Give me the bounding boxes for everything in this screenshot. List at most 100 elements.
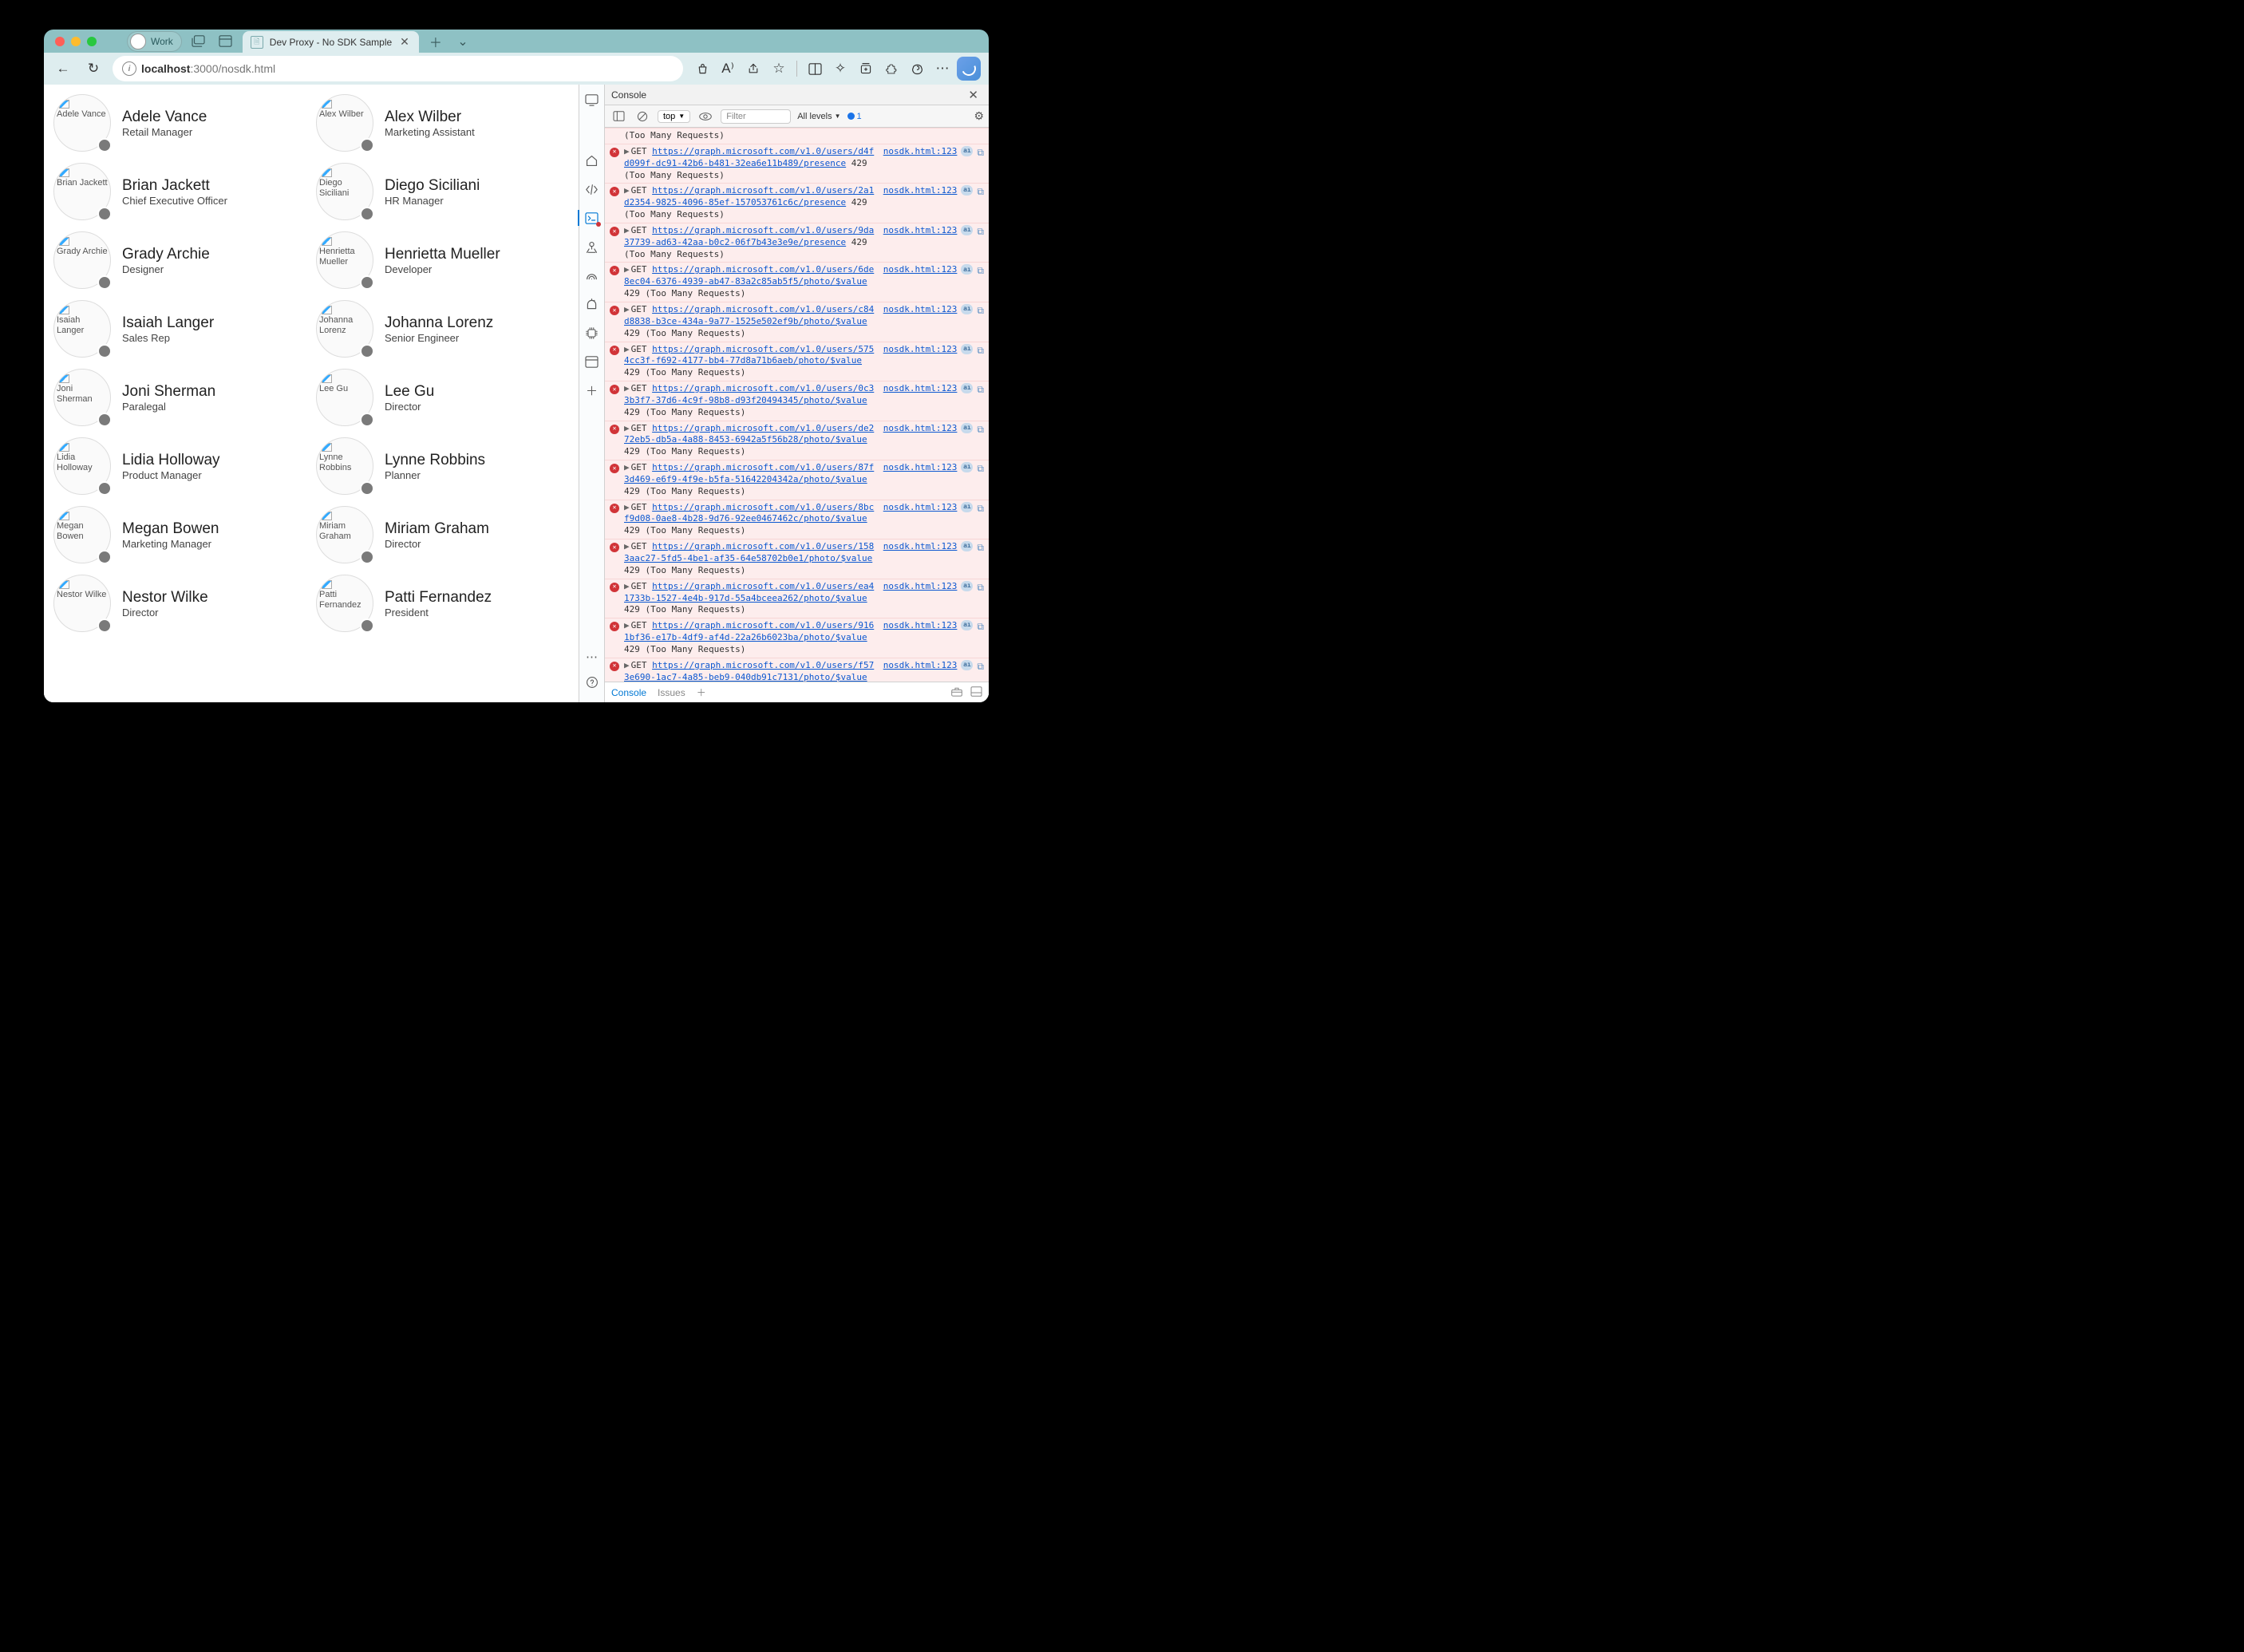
source-link[interactable]: nosdk.html:123 [883, 383, 958, 395]
copy-icon[interactable]: ⧉ [977, 146, 984, 159]
copy-icon[interactable]: ⧉ [977, 423, 984, 436]
maximize-window-button[interactable] [87, 37, 97, 46]
new-tab-button[interactable]: ＋ [425, 33, 446, 50]
welcome-icon[interactable] [582, 150, 602, 171]
console-error-entry[interactable]: ✕ ▶GET https://graph.microsoft.com/v1.0/… [605, 223, 989, 263]
devtools-close-button[interactable]: ✕ [964, 85, 982, 105]
source-link[interactable]: nosdk.html:123 [883, 541, 958, 553]
copy-icon[interactable]: ⧉ [977, 581, 984, 594]
copy-icon[interactable]: ⧉ [977, 383, 984, 396]
profile-switcher[interactable]: Work [127, 31, 182, 52]
ai-badge[interactable]: aı [961, 185, 973, 196]
source-link[interactable]: nosdk.html:123 [883, 264, 958, 276]
source-link[interactable]: nosdk.html:123 [883, 225, 958, 237]
request-url-link[interactable]: https://graph.microsoft.com/v1.0/users/9… [624, 225, 874, 247]
console-error-entry[interactable]: ✕ ▶GET https://graph.microsoft.com/v1.0/… [605, 539, 989, 579]
more-icon[interactable]: ⋯ [931, 57, 954, 80]
more-tools-icon[interactable]: ＋ [582, 380, 602, 401]
source-link[interactable]: nosdk.html:123 [883, 660, 958, 672]
request-url-link[interactable]: https://graph.microsoft.com/v1.0/users/9… [624, 620, 874, 642]
favorites-bar-icon[interactable]: ✧ [829, 57, 851, 80]
console-error-entry[interactable]: ✕ ▶GET https://graph.microsoft.com/v1.0/… [605, 144, 989, 184]
ai-badge[interactable]: aı [961, 660, 973, 670]
console-error-entry[interactable]: ✕ ▶GET https://graph.microsoft.com/v1.0/… [605, 262, 989, 302]
console-error-entry[interactable]: ✕ ▶GET https://graph.microsoft.com/v1.0/… [605, 342, 989, 382]
performance-icon[interactable] [582, 294, 602, 314]
ai-badge[interactable]: aı [961, 304, 973, 314]
console-error-entry[interactable]: ✕ ▶GET https://graph.microsoft.com/v1.0/… [605, 421, 989, 461]
ai-badge[interactable]: aı [961, 225, 973, 235]
drawer-tab-issues[interactable]: Issues [658, 687, 685, 698]
console-error-entry[interactable]: ✕ ▶GET https://graph.microsoft.com/v1.0/… [605, 579, 989, 619]
context-selector[interactable]: top ▼ [658, 110, 690, 123]
source-link[interactable]: nosdk.html:123 [883, 581, 958, 593]
ai-badge[interactable]: aı [961, 462, 973, 472]
ai-badge[interactable]: aı [961, 541, 973, 551]
copy-icon[interactable]: ⧉ [977, 502, 984, 515]
minimize-window-button[interactable] [71, 37, 81, 46]
filter-input[interactable]: Filter [721, 109, 791, 124]
console-error-entry[interactable]: ✕ ▶GET https://graph.microsoft.com/v1.0/… [605, 500, 989, 540]
copy-icon[interactable]: ⧉ [977, 185, 984, 198]
request-url-link[interactable]: https://graph.microsoft.com/v1.0/users/d… [624, 146, 874, 168]
request-url-link[interactable]: https://graph.microsoft.com/v1.0/users/c… [624, 304, 874, 326]
copy-icon[interactable]: ⧉ [977, 620, 984, 633]
console-error-entry[interactable]: ✕ ▶GET https://graph.microsoft.com/v1.0/… [605, 460, 989, 500]
console-settings-icon[interactable]: ⚙ [974, 109, 984, 123]
copy-icon[interactable]: ⧉ [977, 225, 984, 238]
request-url-link[interactable]: https://graph.microsoft.com/v1.0/users/0… [624, 383, 874, 405]
workspaces-button[interactable] [188, 33, 209, 50]
request-url-link[interactable]: https://graph.microsoft.com/v1.0/users/1… [624, 541, 874, 563]
live-expression-icon[interactable] [697, 108, 714, 125]
ai-badge[interactable]: aı [961, 146, 973, 156]
copy-icon[interactable]: ⧉ [977, 660, 984, 673]
source-link[interactable]: nosdk.html:123 [883, 185, 958, 197]
ai-badge[interactable]: aı [961, 344, 973, 354]
request-url-link[interactable]: https://graph.microsoft.com/v1.0/users/6… [624, 264, 874, 287]
console-error-entry[interactable]: ✕ ▶GET https://graph.microsoft.com/v1.0/… [605, 381, 989, 421]
ai-badge[interactable]: aı [961, 620, 973, 630]
browser-tab[interactable]: 🗎 Dev Proxy - No SDK Sample ✕ [243, 31, 419, 53]
request-url-link[interactable]: https://graph.microsoft.com/v1.0/users/d… [624, 423, 874, 445]
copy-icon[interactable]: ⧉ [977, 344, 984, 357]
issue-counter[interactable]: 1 [847, 112, 862, 121]
tab-actions-button[interactable] [215, 33, 236, 50]
split-screen-icon[interactable] [804, 57, 826, 80]
request-url-link[interactable]: https://graph.microsoft.com/v1.0/users/2… [624, 185, 874, 207]
application-icon[interactable] [582, 351, 602, 372]
back-button[interactable]: ← [52, 57, 74, 80]
toggle-sidebar-icon[interactable] [610, 108, 627, 125]
request-url-link[interactable]: https://graph.microsoft.com/v1.0/users/e… [624, 581, 874, 603]
sources-icon[interactable] [582, 236, 602, 257]
source-link[interactable]: nosdk.html:123 [883, 620, 958, 632]
source-link[interactable]: nosdk.html:123 [883, 304, 958, 316]
copy-icon[interactable]: ⧉ [977, 541, 984, 554]
request-url-link[interactable]: https://graph.microsoft.com/v1.0/users/f… [624, 660, 874, 682]
request-url-link[interactable]: https://graph.microsoft.com/v1.0/users/8… [624, 462, 874, 484]
console-error-entry[interactable]: ✕ ▶GET https://graph.microsoft.com/v1.0/… [605, 302, 989, 342]
drawer-errors-icon[interactable] [951, 686, 962, 699]
tab-overflow-button[interactable]: ⌄ [452, 33, 473, 50]
close-tab-button[interactable]: ✕ [398, 35, 411, 49]
console-icon[interactable] [582, 207, 602, 228]
copy-icon[interactable]: ⧉ [977, 304, 984, 317]
rail-more-icon[interactable]: ⋯ [582, 646, 602, 667]
ai-badge[interactable]: aı [961, 383, 973, 393]
shopping-icon[interactable] [691, 57, 713, 80]
read-aloud-icon[interactable]: A⁾ [717, 57, 739, 80]
share-icon[interactable] [742, 57, 764, 80]
ai-badge[interactable]: aı [961, 423, 973, 433]
drawer-add-tab[interactable]: ＋ [697, 686, 706, 699]
log-levels-selector[interactable]: All levels ▼ [797, 112, 840, 121]
refresh-button[interactable]: ↻ [82, 57, 105, 80]
browser-essentials-icon[interactable] [906, 57, 928, 80]
drawer-tab-console[interactable]: Console [611, 687, 646, 698]
request-url-link[interactable]: https://graph.microsoft.com/v1.0/users/5… [624, 344, 874, 366]
source-link[interactable]: nosdk.html:123 [883, 344, 958, 356]
request-url-link[interactable]: https://graph.microsoft.com/v1.0/users/8… [624, 502, 874, 524]
copy-icon[interactable]: ⧉ [977, 462, 984, 475]
drawer-expand-icon[interactable] [970, 686, 982, 699]
source-link[interactable]: nosdk.html:123 [883, 146, 958, 158]
source-link[interactable]: nosdk.html:123 [883, 502, 958, 514]
console-error-entry[interactable]: ✕ ▶GET https://graph.microsoft.com/v1.0/… [605, 618, 989, 658]
